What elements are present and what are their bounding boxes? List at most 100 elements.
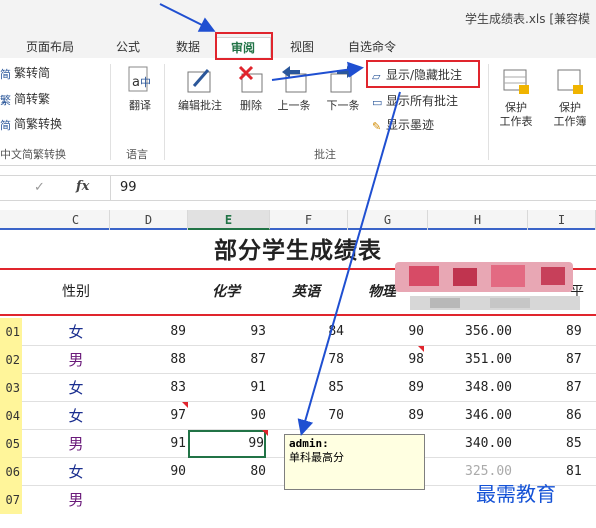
cell-chemistry[interactable]: 87 <box>188 346 266 374</box>
cell-d[interactable]: 97 <box>110 402 186 430</box>
header-english[interactable]: 英语 <box>292 270 320 314</box>
ribbon-panel: 简繁转简 繁简转繁 简简繁转换 中文简繁转换 a 中 翻译 语言 编辑批注 删除 <box>0 58 596 166</box>
protect-workbook-label-2: 工作簿 <box>553 115 587 128</box>
header-chemistry[interactable]: 化学 <box>212 270 240 314</box>
cell-d[interactable]: 88 <box>110 346 186 374</box>
cell-english[interactable]: 70 <box>270 402 344 430</box>
cell-total[interactable]: 340.00 <box>428 430 512 458</box>
row-id[interactable]: 04 <box>0 402 22 430</box>
cell-d[interactable]: 90 <box>110 458 186 486</box>
to-traditional-button[interactable]: 繁简转繁 <box>0 90 50 108</box>
cell-english[interactable]: 85 <box>270 374 344 402</box>
ink-icon: ✎ <box>372 120 382 133</box>
cell-average[interactable]: 87 <box>566 346 596 374</box>
protect-sheet-label-1: 保护 <box>505 101 527 114</box>
row-id[interactable]: 05 <box>0 430 22 458</box>
cell-gender[interactable]: 女 <box>42 374 110 402</box>
edit-comment-label: 编辑批注 <box>178 99 222 112</box>
tab-page-layout[interactable]: 页面布局 <box>26 37 74 57</box>
row-id[interactable]: 01 <box>0 318 22 346</box>
comment-author: admin: <box>289 437 329 450</box>
tab-data[interactable]: 数据 <box>176 37 200 57</box>
row-id[interactable]: 06 <box>0 458 22 486</box>
comment-text: 单科最高分 <box>289 451 344 464</box>
cell-chemistry[interactable]: 91 <box>188 374 266 402</box>
column-header-f[interactable]: F <box>270 210 348 230</box>
tab-custom-commands[interactable]: 自选命令 <box>348 37 396 57</box>
cell-d[interactable]: 83 <box>110 374 186 402</box>
edit-comment-button[interactable]: 编辑批注 <box>172 64 228 113</box>
cell-chemistry[interactable]: 93 <box>188 318 266 346</box>
next-comment-button[interactable]: 下一条 <box>320 64 366 113</box>
comment-indicator <box>418 346 424 352</box>
cell-gender[interactable]: 女 <box>42 402 110 430</box>
table-row: 01 女 89 93 84 90 356.00 89 <box>0 318 596 346</box>
cell-gender[interactable]: 女 <box>42 458 110 486</box>
ribbon-tab-bar: 页面布局 公式 数据 审阅 视图 自选命令 <box>0 34 596 58</box>
table-row: 02 男 88 87 78 98 351.00 87 <box>0 346 596 374</box>
to-simplified-button[interactable]: 简繁转简 <box>0 64 50 82</box>
tab-view[interactable]: 视图 <box>290 37 314 57</box>
cell-total[interactable]: 356.00 <box>428 318 512 346</box>
to-simplified-label: 繁转简 <box>14 66 51 80</box>
cell-d[interactable]: 89 <box>110 318 186 346</box>
fx-icon[interactable]: fx <box>76 179 89 194</box>
cell-average[interactable]: 86 <box>566 402 596 430</box>
protect-workbook-button[interactable]: 保护 工作簿 <box>544 66 596 129</box>
cell-gender[interactable]: 男 <box>42 346 110 374</box>
column-header-e[interactable]: E <box>188 210 270 230</box>
header-gender[interactable]: 性别 <box>62 270 90 314</box>
cell-gender[interactable]: 女 <box>42 318 110 346</box>
cell-average[interactable]: 87 <box>566 374 596 402</box>
previous-comment-button[interactable]: 上一条 <box>272 64 316 113</box>
header-physics[interactable]: 物理 <box>368 270 396 314</box>
column-header-h[interactable]: H <box>428 210 528 230</box>
comment-popup[interactable]: admin: 单科最高分 <box>284 434 425 490</box>
cell-english[interactable]: 78 <box>270 346 344 374</box>
cell-average[interactable]: 81 <box>566 458 596 486</box>
protect-sheet-button[interactable]: 保护 工作表 <box>494 66 538 129</box>
title-bar: 学生成绩表.xls [兼容模 <box>0 0 596 34</box>
row-id[interactable]: 02 <box>0 346 22 374</box>
cell-average[interactable]: 85 <box>566 430 596 458</box>
group-label-language: 语言 <box>126 148 148 161</box>
cell-physics[interactable]: 89 <box>348 374 424 402</box>
show-all-comments-button[interactable]: ▭ 显示所有批注 <box>372 92 458 110</box>
cell-physics[interactable]: 98 <box>348 346 424 374</box>
cell-physics[interactable]: 90 <box>348 318 424 346</box>
cell-physics[interactable]: 89 <box>348 402 424 430</box>
cell-chemistry[interactable]: 80 <box>188 458 266 486</box>
cell-gender[interactable]: 男 <box>42 430 110 458</box>
convert-button[interactable]: 简简繁转换 <box>0 115 62 133</box>
column-header-i[interactable]: I <box>528 210 596 230</box>
cell-gender[interactable]: 男 <box>42 486 110 514</box>
formula-bar: ✓ fx 99 <box>0 175 596 201</box>
row-id[interactable]: 03 <box>0 374 22 402</box>
cell-total[interactable]: 351.00 <box>428 346 512 374</box>
group-divider <box>164 64 165 160</box>
checkmark-icon[interactable]: ✓ <box>34 180 45 195</box>
cell-chemistry[interactable]: 90 <box>188 402 266 430</box>
translate-button[interactable]: a 中 翻译 <box>122 66 158 113</box>
group-label-chinese-convert: 中文简繁转换 <box>0 148 66 161</box>
cell-english[interactable]: 84 <box>270 318 344 346</box>
row-id[interactable]: 07 <box>0 486 22 514</box>
tab-formulas[interactable]: 公式 <box>116 37 140 57</box>
delete-comment-button[interactable]: 删除 <box>234 64 268 113</box>
selected-cell-chemistry[interactable]: 99 <box>188 430 266 458</box>
protect-workbook-label-1: 保护 <box>559 101 581 114</box>
arrow-right-icon <box>330 66 355 93</box>
formula-input[interactable]: 99 <box>120 180 137 195</box>
convert-label: 简繁转换 <box>14 117 63 131</box>
cell-total[interactable]: 348.00 <box>428 374 512 402</box>
delete-comment-label: 删除 <box>240 99 262 112</box>
show-ink-button[interactable]: ✎ 显示墨迹 <box>372 116 434 134</box>
column-header-c[interactable]: C <box>42 210 110 230</box>
column-header-g[interactable]: G <box>348 210 428 230</box>
show-all-comments-label: 显示所有批注 <box>386 94 459 108</box>
cell-average[interactable]: 89 <box>566 318 596 346</box>
cell-total[interactable]: 346.00 <box>428 402 512 430</box>
cell-d[interactable]: 91 <box>110 430 186 458</box>
column-header-d[interactable]: D <box>110 210 188 230</box>
convert-icon: 简 <box>0 119 11 132</box>
